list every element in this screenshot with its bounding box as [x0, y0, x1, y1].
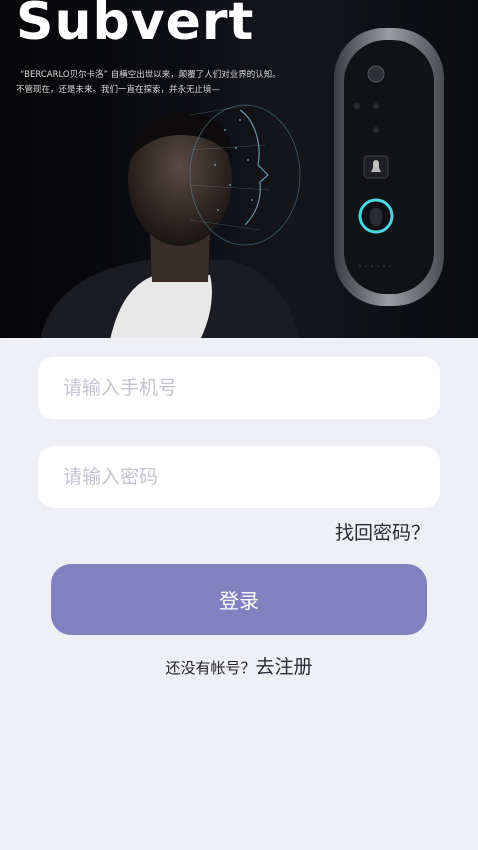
password-input[interactable]	[38, 446, 440, 508]
no-account-text: 还没有帐号？	[165, 659, 256, 677]
register-row: 还没有帐号？去注册	[0, 652, 478, 679]
banner-tagline-line2: 不管现在，还是未来。我们一直在探索，并永无止境—	[16, 85, 221, 95]
doorbell-device-image	[334, 28, 444, 306]
forgot-password-link[interactable]: 找回密码？	[335, 518, 430, 545]
portrait-illustration	[40, 104, 301, 338]
phone-input[interactable]	[38, 357, 440, 419]
phone-field[interactable]	[38, 357, 440, 419]
brand-title: Subvert	[16, 0, 255, 52]
register-link[interactable]: 去注册	[256, 656, 313, 678]
login-button[interactable]: 登录	[51, 564, 427, 635]
banner-tagline-line1: “BERCARLO贝尔卡洛” 自横空出世以来，颠覆了人们对业界的认知。	[20, 70, 281, 80]
password-field[interactable]	[38, 446, 440, 508]
hero-banner: Subvert “BERCARLO贝尔卡洛” 自横空出世以来，颠覆了人们对业界的…	[0, 0, 478, 338]
